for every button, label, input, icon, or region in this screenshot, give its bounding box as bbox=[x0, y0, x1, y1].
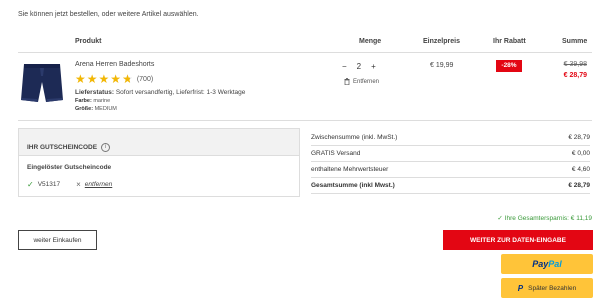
rating-stars[interactable]: ★ ★ ★ ★ ★ (700) bbox=[75, 72, 154, 86]
remove-item-button[interactable]: Entfernen bbox=[344, 78, 379, 85]
checkmark-icon: ✓ bbox=[27, 180, 34, 189]
summary-value: € 28,79 bbox=[568, 134, 590, 141]
delivery-label: Lieferstatus: bbox=[75, 89, 115, 96]
summary-row: GRATIS Versand € 0,00 bbox=[311, 146, 590, 162]
paypal-button[interactable]: Pay Pal bbox=[501, 254, 593, 274]
info-icon[interactable]: i bbox=[101, 142, 111, 152]
product-name[interactable]: Arena Herren Badeshorts bbox=[75, 61, 154, 68]
pay-later-label: Später Bezahlen bbox=[528, 284, 577, 292]
paypal-icon: P bbox=[517, 283, 524, 293]
summary-value: € 0,00 bbox=[571, 150, 590, 157]
pay-later-button[interactable]: P Später Bezahlen bbox=[501, 278, 593, 298]
star-icon: ★ bbox=[86, 72, 98, 86]
item-divider bbox=[18, 120, 592, 121]
voucher-redeemed-label: Eingelöster Gutscheincode bbox=[27, 164, 112, 171]
summary-label: Zwischensumme (inkl. MwSt.) bbox=[311, 134, 398, 141]
remove-label: Entfernen bbox=[353, 78, 380, 85]
size-value: MEDIUM bbox=[94, 106, 117, 112]
unit-price: € 19,99 bbox=[430, 62, 454, 69]
delivery-value: Sofort versandfertig, Lieferfrist: 1-3 W… bbox=[115, 89, 246, 96]
voucher-code-row: ✓ V51317 × entfernen bbox=[27, 180, 112, 189]
summary-row-total: Gesamtsumme (inkl Mwst.) € 28,79 bbox=[311, 178, 590, 194]
old-total: € 39,98 bbox=[563, 61, 587, 68]
col-header-total: Summe bbox=[562, 38, 588, 45]
col-header-quantity: Menge bbox=[359, 38, 382, 45]
product-size: Größe: MEDIUM bbox=[75, 106, 117, 112]
proceed-to-checkout-button[interactable]: WEITER ZUR DATEN-EINGABE bbox=[443, 230, 593, 250]
summary-value: € 4,60 bbox=[571, 166, 590, 173]
summary-label: GRATIS Versand bbox=[311, 150, 361, 157]
new-total: € 28,79 bbox=[563, 72, 587, 79]
col-header-product: Produkt bbox=[75, 38, 102, 45]
discount-badge: -28% bbox=[496, 60, 522, 72]
summary-row: Zwischensumme (inkl. MwSt.) € 28,79 bbox=[311, 130, 590, 146]
color-value: marine bbox=[93, 98, 111, 104]
star-icon: ★ bbox=[110, 72, 122, 86]
voucher-code: V51317 bbox=[37, 181, 61, 188]
voucher-title: IHR GUTSCHEINCODE bbox=[27, 143, 98, 151]
paypal-logo-pay: Pay bbox=[532, 259, 549, 269]
col-header-discount: Ihr Rabatt bbox=[493, 38, 526, 45]
trash-icon bbox=[344, 78, 350, 85]
increase-quantity-button[interactable]: + bbox=[371, 62, 376, 71]
total-savings: ✓ Ihre Gesamtersparnis: € 11,19 bbox=[497, 214, 592, 222]
size-label: Größe: bbox=[75, 106, 94, 112]
rating-count: (700) bbox=[136, 75, 154, 83]
col-header-unit-price: Einzelpreis bbox=[423, 38, 460, 45]
intro-text: Sie können jetzt bestellen, oder weitere… bbox=[18, 11, 199, 18]
paypal-logo-pal: Pal bbox=[548, 259, 562, 269]
star-half-icon: ★ bbox=[122, 73, 133, 85]
voucher-header: IHR GUTSCHEINCODE i bbox=[19, 129, 299, 156]
summary-label: enthaltene Mehrwertsteuer bbox=[311, 166, 389, 173]
summary-row: enthaltene Mehrwertsteuer € 4,60 bbox=[311, 162, 590, 178]
quantity-value[interactable]: 2 bbox=[357, 62, 361, 71]
checkmark-icon: ✓ bbox=[497, 215, 503, 222]
decrease-quantity-button[interactable]: − bbox=[342, 62, 347, 71]
voucher-box: IHR GUTSCHEINCODE i Eingelöster Gutschei… bbox=[18, 128, 300, 197]
quantity-stepper: − 2 + bbox=[342, 62, 376, 71]
savings-text: Ihre Gesamtersparnis: € 11,19 bbox=[504, 215, 592, 222]
header-divider bbox=[18, 52, 592, 53]
summary-label: Gesamtsumme (inkl Mwst.) bbox=[311, 182, 395, 189]
star-icon: ★ bbox=[98, 72, 110, 86]
delivery-status: Lieferstatus: Sofort versandfertig, Lief… bbox=[75, 89, 245, 96]
close-icon[interactable]: × bbox=[76, 180, 81, 189]
star-icon: ★ bbox=[75, 72, 86, 86]
continue-shopping-button[interactable]: weiter Einkaufen bbox=[18, 230, 97, 250]
product-image[interactable] bbox=[18, 60, 66, 112]
product-color: Farbe: marine bbox=[75, 98, 110, 104]
summary-value: € 28,79 bbox=[568, 182, 590, 189]
color-label: Farbe: bbox=[75, 98, 92, 104]
voucher-remove-link[interactable]: entfernen bbox=[85, 181, 112, 188]
